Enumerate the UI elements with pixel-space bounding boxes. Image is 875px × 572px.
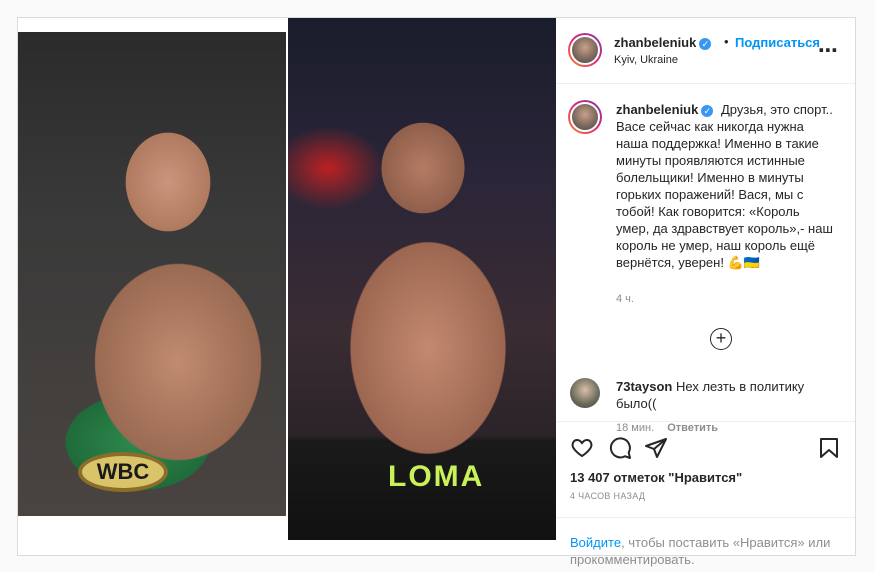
- verified-icon: ✓: [699, 37, 712, 50]
- likes-count[interactable]: 13 407 отметок "Нравится": [570, 470, 742, 485]
- caption-username[interactable]: zhanbeleniuk ✓: [616, 102, 714, 117]
- trunks-label: LOMA: [388, 460, 485, 493]
- comments-section: zhanbeleniuk ✓ Друзья, это спорт.. Васе с…: [556, 84, 855, 434]
- author-avatar[interactable]: [568, 33, 602, 67]
- login-link[interactable]: Войдите: [570, 535, 621, 550]
- post-actions: 13 407 отметок "Нравится" 4 ЧАСОВ НАЗАД: [556, 421, 855, 517]
- post-header: zhanbeleniuk ✓ • Подписаться Kyiv, Ukrain…: [556, 18, 855, 84]
- load-more-comments-icon[interactable]: +: [710, 328, 732, 350]
- follow-button[interactable]: Подписаться: [735, 35, 820, 50]
- photo-left-boxer-with-belt: WBC: [18, 32, 286, 516]
- verified-icon: ✓: [701, 104, 714, 117]
- heart-icon[interactable]: [570, 436, 594, 460]
- comment-text: 73tayson Нех лезть в политику было((: [616, 378, 836, 412]
- post-media[interactable]: WBC LOMA: [18, 18, 556, 555]
- belt-label: WBC: [78, 452, 168, 492]
- caption-avatar[interactable]: [568, 100, 602, 134]
- posted-time[interactable]: 4 ЧАСОВ НАЗАД: [570, 491, 645, 501]
- location-link[interactable]: Kyiv, Ukraine: [614, 54, 678, 66]
- caption-time[interactable]: 4 ч.: [616, 293, 634, 305]
- separator-dot: •: [724, 34, 729, 49]
- commenter-avatar[interactable]: [570, 378, 600, 408]
- commenter-username[interactable]: 73tayson: [616, 379, 672, 394]
- bookmark-icon[interactable]: [817, 436, 841, 460]
- caption-text: zhanbeleniuk ✓ Друзья, это спорт.. Васе с…: [616, 101, 836, 271]
- login-prompt: Войдите, чтобы поставить «Нравится» или …: [556, 517, 855, 567]
- photo-right-boxer: LOMA: [288, 18, 556, 540]
- share-icon[interactable]: [644, 436, 668, 460]
- author-username[interactable]: zhanbeleniuk ✓: [614, 35, 712, 50]
- comment-icon[interactable]: [608, 436, 632, 460]
- more-options-icon[interactable]: ⋯: [818, 38, 839, 63]
- instagram-post: WBC LOMA zhanbeleniuk ✓ • Подписаться Kyi…: [17, 17, 856, 567]
- caption-body: Друзья, это спорт.. Васе сейчас как нико…: [616, 102, 833, 270]
